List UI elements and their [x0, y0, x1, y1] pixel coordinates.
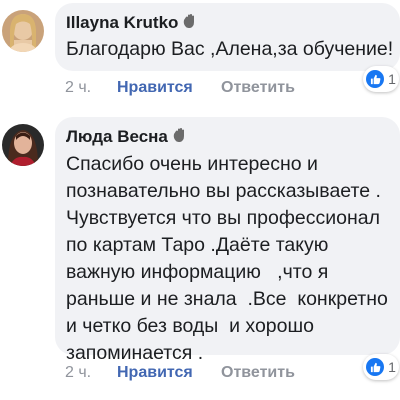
- comment-author[interactable]: Люда Весна: [66, 127, 188, 148]
- comment-actions: 2 ч. Нравится Ответить: [65, 364, 295, 382]
- avatar[interactable]: [2, 10, 44, 52]
- comment-time[interactable]: 2 ч.: [65, 364, 117, 382]
- comment-author[interactable]: Illayna Krutko: [66, 13, 198, 34]
- reply-button[interactable]: Ответить: [221, 79, 295, 97]
- reaction-count: 1: [388, 71, 396, 87]
- comment-2: Люда Весна Спасибо очень интересно и поз…: [0, 112, 400, 400]
- comment-text: Спасибо очень интересно и познавательно …: [66, 153, 388, 364]
- like-button[interactable]: Нравится: [117, 364, 221, 382]
- author-name[interactable]: Illayna Krutko: [66, 13, 178, 32]
- reaction-count: 1: [388, 359, 396, 375]
- thumbs-up-icon: [366, 358, 385, 376]
- waving-hand-icon: [172, 127, 188, 148]
- reaction-count-badge[interactable]: 1: [363, 66, 399, 92]
- comment-text: Благодарю Вас ,Алена,за обучение!: [66, 38, 394, 60]
- waving-hand-icon: [182, 13, 198, 34]
- thumbs-up-icon: [366, 70, 385, 88]
- reaction-count-badge[interactable]: 1: [363, 354, 399, 380]
- comment-1: Illayna Krutko Благодарю Вас ,Алена,за о…: [0, 0, 400, 100]
- avatar[interactable]: [2, 124, 44, 166]
- comment-bubble: Illayna Krutko Благодарю Вас ,Алена,за о…: [55, 3, 400, 71]
- comment-actions: 2 ч. Нравится Ответить: [65, 79, 295, 97]
- comment-time[interactable]: 2 ч.: [65, 79, 117, 97]
- reply-button[interactable]: Ответить: [221, 364, 295, 382]
- author-name[interactable]: Люда Весна: [66, 127, 168, 146]
- comment-bubble: Люда Весна Спасибо очень интересно и поз…: [55, 117, 400, 364]
- like-button[interactable]: Нравится: [117, 79, 221, 97]
